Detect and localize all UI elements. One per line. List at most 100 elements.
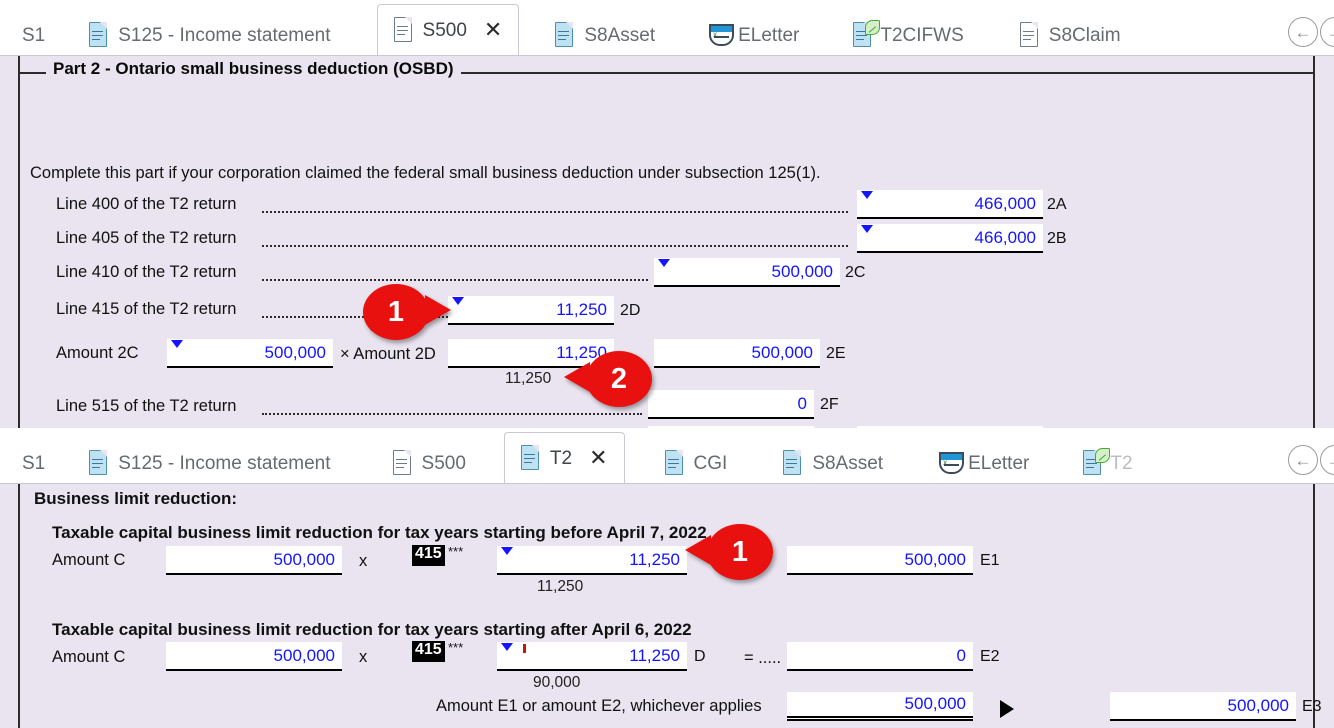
panel-right-border — [1313, 484, 1315, 728]
result-field-e2[interactable]: 0 — [787, 642, 973, 671]
field-value: 466,000 — [974, 227, 1036, 247]
callout-number: 2 — [610, 362, 628, 395]
dropdown-caret-icon[interactable] — [171, 340, 183, 348]
tab-bar-top: S1 S125 - Income statement S500 ✕ S8Asse… — [0, 0, 1334, 56]
line515-code: 2F — [820, 396, 839, 413]
tab-label: T2C — [1110, 452, 1133, 474]
line400-field[interactable]: 466,000 — [857, 190, 1043, 219]
tab-eletter-top[interactable]: x ELetter — [693, 15, 815, 55]
document-icon — [555, 21, 577, 49]
line410-code: 2C — [845, 264, 866, 281]
times-amount2d-label: × Amount 2D — [340, 345, 436, 363]
tab-s8asset-top[interactable]: S8Asset — [539, 15, 671, 55]
tab-nav-arrows-top: ← → — [1282, 17, 1334, 47]
line-code-badge-e1: 415 — [412, 545, 445, 566]
dropdown-caret-icon[interactable] — [861, 191, 873, 199]
tab-label: ELetter — [968, 452, 1030, 474]
dropdown-caret-icon[interactable] — [501, 643, 513, 651]
nav-forward-icon[interactable]: → — [1320, 17, 1334, 47]
line400-code: 2A — [1047, 196, 1067, 213]
tab-s8asset-bottom[interactable]: S8Asset — [767, 443, 899, 483]
dropdown-caret-icon[interactable] — [452, 297, 464, 305]
document-icon — [392, 449, 415, 477]
multiply-symbol-e1: x — [359, 552, 368, 570]
result-field-e1[interactable]: 500,000 — [787, 546, 973, 575]
part2-title: Part 2 - Ontario small business deductio… — [46, 59, 461, 79]
tab-eletter-bottom[interactable]: x ELetter — [923, 443, 1045, 483]
nav-back-icon[interactable]: ← — [1288, 17, 1318, 47]
line415-field[interactable]: 11,250 — [448, 296, 614, 325]
tab-s500-bottom[interactable]: S500 — [377, 443, 482, 483]
document-leaf-icon — [853, 19, 881, 49]
footnote-stars-e1: *** — [448, 544, 464, 559]
dropdown-caret-icon[interactable] — [658, 259, 670, 267]
tab-bar-bottom: S1 S125 - Income statement S500 T2 ✕ CGI… — [0, 428, 1334, 484]
line410-field[interactable]: 500,000 — [654, 258, 840, 287]
part2-intro: Complete this part if your corporation c… — [30, 164, 821, 182]
denominator-e2: 90,000 — [533, 674, 581, 691]
tab-s1-top[interactable]: S1 — [0, 15, 61, 55]
dropdown-caret-icon[interactable] — [501, 547, 513, 555]
tab-label: S1 — [22, 24, 46, 46]
line400-label: Line 400 of the T2 return — [56, 195, 237, 213]
document-icon — [89, 21, 111, 49]
tab-cgi-bottom[interactable]: CGI — [649, 443, 744, 483]
line405-label: Line 405 of the T2 return — [56, 229, 237, 247]
amount-e3-field[interactable]: 500,000 — [787, 692, 973, 721]
amount2c-field[interactable]: 500,000 — [167, 339, 333, 368]
line515-field[interactable]: 0 — [648, 390, 814, 419]
tab-t2cifws-bottom[interactable]: T2C — [1067, 443, 1133, 483]
document-icon — [89, 449, 111, 477]
leader-dots — [262, 279, 648, 281]
leader-dots — [262, 413, 642, 415]
document-icon — [783, 449, 805, 477]
field-value: 0 — [797, 393, 807, 413]
form-panel-s500: Part 2 - Ontario small business deductio… — [0, 56, 1334, 428]
sub-heading-after-april-6: Taxable capital business limit reduction… — [52, 620, 692, 639]
nav-forward-icon[interactable]: → — [1320, 445, 1334, 475]
nav-back-icon[interactable]: ← — [1288, 445, 1318, 475]
close-icon[interactable]: ✕ — [484, 19, 502, 41]
footnote-stars-e2: *** — [448, 640, 464, 655]
line515-label: Line 515 of the T2 return — [56, 397, 237, 415]
tab-label: S8Asset — [812, 452, 884, 474]
tab-s125-top[interactable]: S125 - Income statement — [61, 15, 346, 55]
amount-e3-field-carry[interactable]: 500,000 — [1110, 692, 1296, 721]
sub-heading-before-april-7: Taxable capital business limit reduction… — [52, 523, 707, 542]
tab-s1-bottom[interactable]: S1 — [0, 443, 61, 483]
tab-label: S1 — [22, 452, 46, 474]
field-value: 11,250 — [629, 645, 680, 665]
business-limit-reduction-heading: Business limit reduction: — [34, 489, 238, 508]
taxable-capital-field-e2[interactable]: 11,250 — [497, 642, 687, 671]
amount-c-field-e2[interactable]: 500,000 — [166, 642, 342, 671]
amount-c-label-e2: Amount C — [52, 648, 126, 666]
tab-label: S8Asset — [584, 24, 656, 46]
callout-number: 1 — [731, 535, 749, 568]
tab-t2-bottom[interactable]: T2 ✕ — [503, 432, 625, 483]
amount-e3-label: Amount E1 or amount E2, whichever applie… — [436, 697, 762, 715]
tab-t2cifws-top[interactable]: T2CIFWS — [837, 15, 979, 55]
amount-c-field-e1[interactable]: 500,000 — [166, 546, 342, 575]
application-window: S1 S125 - Income statement S500 ✕ S8Asse… — [0, 0, 1334, 728]
amount2e-field[interactable]: 500,000 — [654, 339, 820, 368]
field-value: 500,000 — [273, 549, 335, 569]
tab-label: ELetter — [738, 24, 800, 46]
document-icon — [393, 16, 416, 44]
tab-s8claim-top[interactable]: S8Claim — [1004, 15, 1137, 55]
amount2e-code: 2E — [826, 345, 846, 362]
tab-nav-arrows-bottom: ← → — [1282, 445, 1334, 475]
close-icon[interactable]: ✕ — [589, 447, 607, 469]
tab-s500-top[interactable]: S500 ✕ — [376, 4, 520, 55]
taxable-capital-field-e1[interactable]: 11,250 — [497, 546, 687, 575]
document-icon — [520, 444, 543, 472]
tab-s125-bottom[interactable]: S125 - Income statement — [61, 443, 346, 483]
line-code-badge-e2: 415 — [412, 641, 445, 662]
line415-code: 2D — [620, 302, 641, 319]
document-leaf-icon — [1083, 447, 1111, 477]
callout-marker-1-bottom: 1 — [685, 524, 773, 580]
field-value: 500,000 — [1227, 695, 1289, 715]
line405-field[interactable]: 466,000 — [857, 224, 1043, 253]
validation-flag-icon — [523, 644, 526, 653]
dropdown-caret-icon[interactable] — [861, 225, 873, 233]
eletter-icon: x — [939, 450, 965, 476]
